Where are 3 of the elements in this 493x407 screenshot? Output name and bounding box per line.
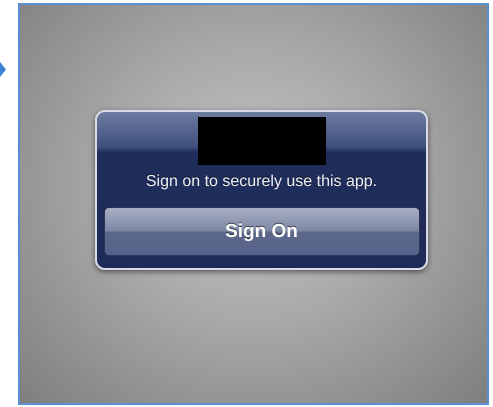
sign-on-button[interactable]: Sign On [104, 207, 420, 256]
arrow-tip-icon [0, 62, 6, 77]
dialog-message: Sign on to securely use this app. [146, 173, 378, 191]
